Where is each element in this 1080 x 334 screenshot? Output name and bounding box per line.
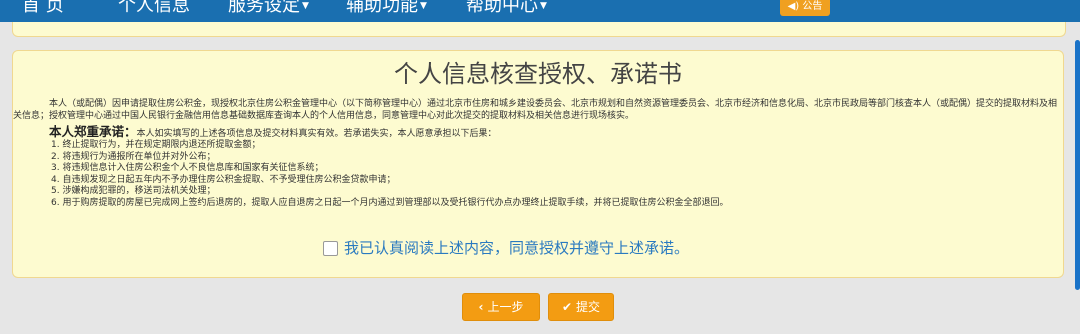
previous-step-button[interactable]: ‹ 上一步: [462, 293, 540, 321]
nav-item-home[interactable]: 首 页: [22, 0, 64, 18]
nav-item-help-center[interactable]: 帮助中心 ▼: [466, 0, 547, 18]
scrollbar-accent: [1075, 40, 1080, 290]
submit-label: 提交: [576, 300, 601, 314]
agree-checkbox-row[interactable]: 我已认真阅读上述内容，同意授权并遵守上述承诺。: [323, 237, 689, 259]
nav-item-label: 首 页: [22, 0, 64, 16]
page-title: 个人信息核查授权、承诺书: [394, 60, 682, 88]
notice-label: 公告: [802, 1, 823, 12]
promise-line: 本人郑重承诺：本人如实填写的上述各项信息及提交材料真实有效。若承诺失实，本人愿意…: [49, 125, 497, 141]
list-item: 6. 用于购房提取的房屋已完成网上签约后退房的，提取人应自退房之日起一个月内通过…: [51, 197, 729, 208]
promise-title: 本人郑重承诺：: [49, 124, 137, 139]
list-item: 5. 涉嫌构成犯罪的，移送司法机关处理；: [51, 186, 216, 196]
submit-button[interactable]: ✔ 提交: [548, 293, 614, 321]
promise-text: 本人如实填写的上述各项信息及提交材料真实有效。若承诺失实，本人愿意承担以下后果：: [136, 129, 497, 139]
nav-item-assist-functions[interactable]: 辅助功能 ▼: [346, 0, 427, 18]
list-item: 1. 终止提取行为，并在规定期限内退还所提取金额；: [51, 140, 261, 150]
consequence-list: 1. 终止提取行为，并在规定期限内退还所提取金额； 2. 将违规行为通报所在单位…: [51, 140, 728, 209]
caret-down-icon: ▼: [540, 1, 547, 11]
speaker-icon: ◀): [787, 1, 800, 12]
nav-item-label: 帮助中心: [466, 0, 538, 16]
list-item: 4. 自违规发现之日起五年内不予办理住房公积金提取、不予受理住房公积金贷款申请；: [51, 174, 396, 185]
notice-badge[interactable]: ◀) 公告: [780, 0, 830, 16]
check-icon: ✔: [561, 300, 573, 314]
nav-item-service-settings[interactable]: 服务设定 ▼: [228, 0, 309, 18]
nav-item-label: 服务设定: [228, 0, 300, 16]
nav-item-label: 辅助功能: [346, 0, 418, 16]
agree-label[interactable]: 我已认真阅读上述内容，同意授权并遵守上述承诺。: [344, 237, 689, 259]
list-item: 2. 将违规行为通报所在单位并对外公布；: [51, 151, 216, 162]
list-item: 3. 将违规信息计入住房公积金个人不良信息库和国家有关征信系统；: [51, 163, 324, 173]
caret-down-icon: ▼: [420, 1, 427, 11]
previous-panel-bottom: [12, 22, 1066, 37]
caret-down-icon: ▼: [302, 1, 309, 11]
top-navbar: 首 页 个人信息 服务设定 ▼ 辅助功能 ▼ 帮助中心 ▼ ◀) 公告: [0, 0, 1080, 22]
previous-step-label: 上一步: [487, 300, 524, 314]
nav-item-label: 个人信息: [118, 0, 190, 16]
chevron-left-icon: ‹: [478, 300, 484, 314]
nav-item-personal-info[interactable]: 个人信息: [118, 0, 190, 18]
authorization-intro-text: 本人（或配偶）因申请提取住房公积金，现授权北京住房公积金管理中心（以下简称管理中…: [13, 99, 1058, 121]
agree-checkbox[interactable]: [323, 240, 338, 256]
authorization-panel: 个人信息核查授权、承诺书 本人（或配偶）因申请提取住房公积金，现授权北京住房公积…: [12, 50, 1064, 278]
